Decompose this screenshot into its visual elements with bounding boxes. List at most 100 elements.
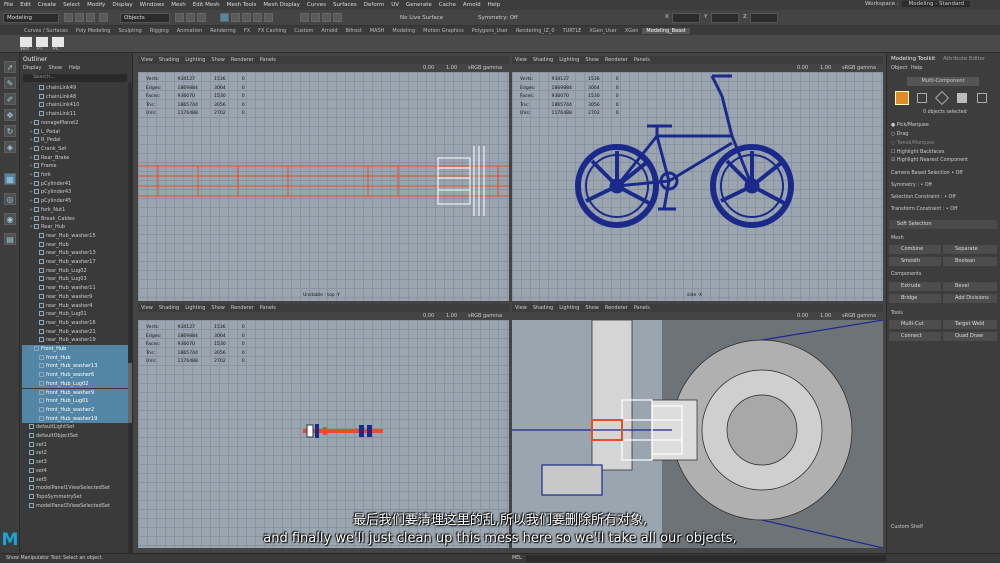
move-tool-icon[interactable]: ✥ [4,109,16,121]
menu-edit-mesh[interactable]: Edit Mesh [193,2,220,8]
pt-shelf-icon[interactable] [36,37,48,47]
viewport-menu-show[interactable]: Show [585,57,599,63]
outliner-row[interactable]: rear_Hub_washer21 [22,328,130,337]
component-select-icon[interactable] [197,13,206,22]
menu-cache[interactable]: Cache [439,2,456,8]
shelf-tab[interactable]: TURTLE [559,28,586,34]
outliner-row[interactable]: front_Hub_washer19 [22,414,130,424]
rp-help-menu[interactable]: Help [911,65,922,71]
vp-gamma[interactable]: sRGB gamma [468,313,502,319]
outliner-row[interactable]: modelPanel1ViewSelectedSet [22,484,130,493]
vertex-mode-icon[interactable] [917,93,927,103]
viewport-menu-panels[interactable]: Panels [260,57,276,63]
outliner-row[interactable]: + Rear_Hub [22,223,130,232]
shelf-tab[interactable]: Rendering_IZ_0 [512,28,559,34]
shelf-tab[interactable]: MASH [366,28,389,34]
menu-arnold[interactable]: Arnold [463,2,481,8]
object-select-icon[interactable] [186,13,195,22]
viewport-menu-renderer[interactable]: Renderer [231,305,254,311]
separate-button[interactable]: Separate [943,245,997,254]
outliner-row[interactable]: + Front_Hub [22,345,130,354]
viewport-menu-panels[interactable]: Panels [260,305,276,311]
x-field[interactable] [672,13,700,23]
menu-curves[interactable]: Curves [307,2,326,8]
open-scene-icon[interactable] [75,13,84,22]
camera-based-selection[interactable]: Camera Based Selection • Off [891,171,963,176]
outliner-row[interactable]: + nonagePlanet2 [22,119,130,128]
menu-file[interactable]: File [4,2,13,8]
lasso-tool-icon[interactable]: ✎ [4,77,16,89]
tab-modeling-toolkit[interactable]: Modeling Toolkit [891,56,935,62]
vp-zero-value[interactable]: 0.00 [423,313,434,319]
rotate-tool-icon[interactable]: ↻ [4,125,16,137]
menu-generate[interactable]: Generate [406,2,432,8]
ipr-render-icon[interactable] [311,13,320,22]
workspace-dropdown[interactable]: Modeling - Standard [902,1,970,7]
outliner-row[interactable]: set4 [22,467,130,476]
outliner-row[interactable]: rear_Hub_washer13 [22,249,130,258]
outliner-row[interactable]: set2 [22,449,130,458]
vp-zero-value[interactable]: 0.00 [423,65,434,71]
pick-marquee-option[interactable]: ● Pick/Marquee [891,123,929,128]
vert-shelf-icon[interactable] [20,37,32,47]
shelf-tab[interactable]: XGen_User [585,28,620,34]
outliner-row[interactable]: rear_Hub_washer17 [22,258,130,267]
object-mode-icon[interactable] [895,91,909,105]
viewport-menu-view[interactable]: View [141,305,153,311]
snap-curve-icon[interactable] [231,13,240,22]
single-view-icon[interactable]: ▦ [4,173,16,185]
viewport-menu-view[interactable]: View [515,305,527,311]
viewport-menu-shading[interactable]: Shading [533,57,553,63]
transform-constraint-row[interactable]: Transform Constraint : • Off [891,207,957,212]
outliner-row[interactable]: rear_Hub_Lug01 [22,310,130,319]
highlight-nearest-checkbox[interactable]: ☑ Highlight Nearest Component [891,158,968,163]
menu-edit[interactable]: Edit [20,2,31,8]
outliner-show-menu[interactable]: Show [48,65,62,71]
vp-zero-value[interactable]: 0.00 [797,313,808,319]
viewport-top[interactable]: View Shading Lighting Show Renderer Panels 0.… [138,56,509,301]
outliner-search-input[interactable]: Search... [23,74,127,82]
command-line-input[interactable] [526,555,886,562]
outliner-row[interactable]: + Frame [22,162,130,171]
live-surface[interactable]: No Live Surface [400,15,443,21]
outliner-row[interactable]: + pCylinder45 [22,197,130,206]
outliner-row[interactable]: front_Hub_washer13 [22,362,130,372]
outliner-row[interactable]: chainLink11 [22,110,130,119]
outliner-display-menu[interactable]: Display [23,65,41,71]
combine-button[interactable]: Combine [889,245,941,254]
viewport-side[interactable]: View Shading Lighting Show Renderer Panels 0.… [512,56,883,301]
viewport-menu-shading[interactable]: Shading [159,305,179,311]
vp-one-value[interactable]: 1.00 [820,313,831,319]
undo-icon[interactable] [99,13,108,22]
outliner-row[interactable]: front_Hub_Lug01 [22,397,130,406]
persp-outliner-icon[interactable]: ▤ [4,233,16,245]
outliner-row[interactable]: rear_Hub_Lug03 [22,275,130,284]
snap-grid-icon[interactable] [220,13,229,22]
outliner-row[interactable]: set5 [22,476,130,485]
outliner-row[interactable]: rear_Hub_washer19 [22,336,130,345]
shelf-tab[interactable]: FX Caching [254,28,290,34]
shelf-tab[interactable]: FX [240,28,254,34]
menu-surfaces[interactable]: Surfaces [333,2,357,8]
four-view-icon[interactable]: ◎ [4,193,16,205]
paint-select-icon[interactable]: ✐ [4,93,16,105]
side-by-side-icon[interactable]: ◉ [4,213,16,225]
viewport-menu-view[interactable]: View [141,57,153,63]
outliner-row[interactable]: + pCylinder43 [22,188,130,197]
viewport-menu-renderer[interactable]: Renderer [605,57,628,63]
viewport-menu-lighting[interactable]: Lighting [185,305,205,311]
shelf-tab[interactable]: Rigging [146,28,173,34]
shelf-tab[interactable]: Modeling [388,28,419,34]
bevel-button[interactable]: Bevel [943,282,997,291]
highlight-backfaces-checkbox[interactable]: ☐ Highlight Backfaces [891,150,944,155]
shelf-tab[interactable]: Animation [173,28,207,34]
outliner-row[interactable]: + L_Pedal [22,128,130,137]
menu-select[interactable]: Select [63,2,80,8]
multi-component-button[interactable]: Multi-Component [907,77,979,86]
shelf-tab[interactable]: Curves / Surfaces [20,28,72,34]
outliner-row[interactable]: rear_Hub_washer9 [22,293,130,302]
shelf-tab[interactable]: Custom [290,28,317,34]
viewport-menu-show[interactable]: Show [211,57,225,63]
viewport-menu-renderer[interactable]: Renderer [605,305,628,311]
symmetry-status[interactable]: Symmetry: Off [478,15,518,21]
